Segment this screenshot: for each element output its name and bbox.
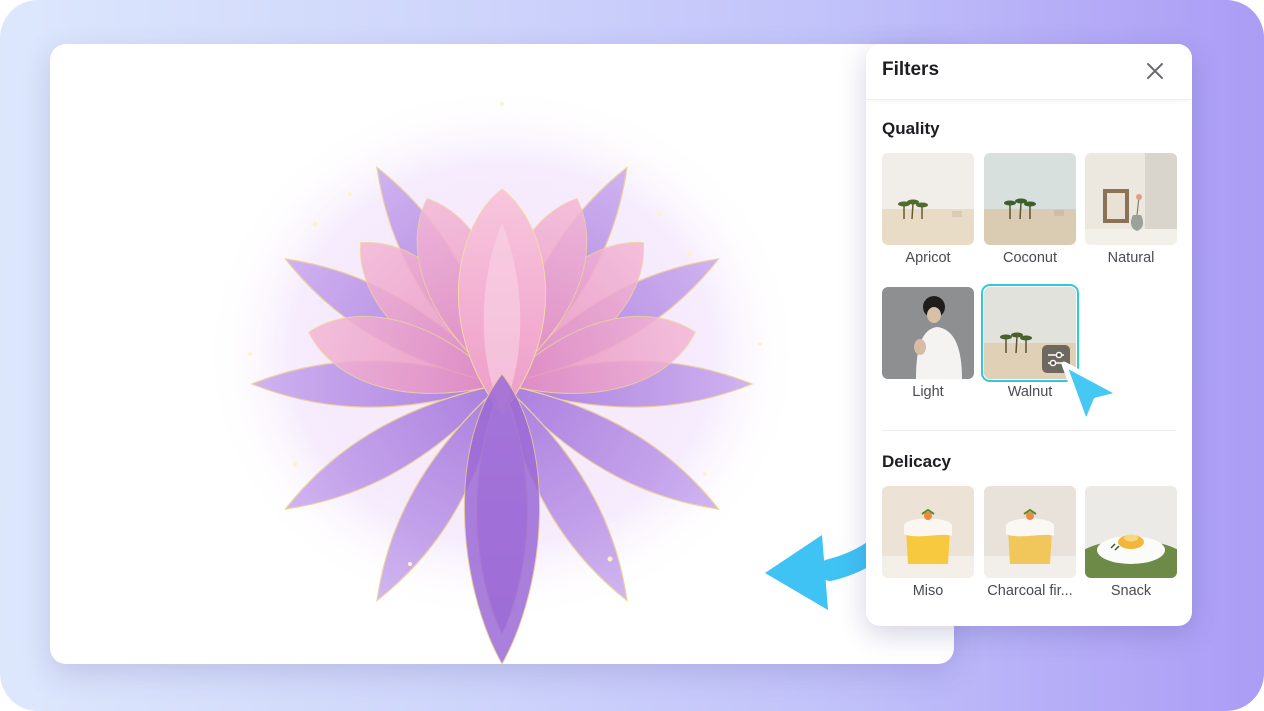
filter-label: Light <box>912 384 944 400</box>
filter-thumbnail <box>1085 153 1177 245</box>
filter-thumbnail <box>984 486 1076 578</box>
filter-label: Coconut <box>1002 250 1057 266</box>
filter-tile-light[interactable]: Light <box>882 287 974 400</box>
filter-tile-snack[interactable]: Snack <box>1085 486 1177 599</box>
section-title-quality: Quality <box>882 119 940 138</box>
filter-label: Snack <box>1110 583 1152 599</box>
filter-tile-charcoal-fire[interactable]: Charcoal fir... <box>984 486 1076 599</box>
filter-label: Miso <box>912 583 944 599</box>
filter-label: Apricot <box>905 250 951 266</box>
filter-tile-natural[interactable]: Natural <box>1085 153 1177 266</box>
filter-label: Charcoal fir... <box>987 583 1073 599</box>
filter-thumbnail <box>882 486 974 578</box>
close-button[interactable] <box>1142 58 1168 84</box>
filter-thumbnail <box>984 153 1076 245</box>
panel-header: Filters <box>866 44 1192 100</box>
filter-thumbnail <box>1085 486 1177 578</box>
section-divider <box>882 430 1176 431</box>
panel-title: Filters <box>882 59 940 80</box>
filter-thumbnail <box>882 287 974 379</box>
mouse-cursor-icon <box>1061 361 1123 427</box>
section-title-delicacy: Delicacy <box>882 452 951 471</box>
filter-tile-apricot[interactable]: Apricot <box>882 153 974 266</box>
filters-panel: Filters Quality Apricot Coconut Natural … <box>866 44 1192 626</box>
filter-tile-miso[interactable]: Miso <box>882 486 974 599</box>
close-icon <box>1147 63 1163 79</box>
filter-thumbnail <box>882 153 974 245</box>
filter-label: Natural <box>1107 250 1155 266</box>
filter-tile-coconut[interactable]: Coconut <box>984 153 1076 266</box>
